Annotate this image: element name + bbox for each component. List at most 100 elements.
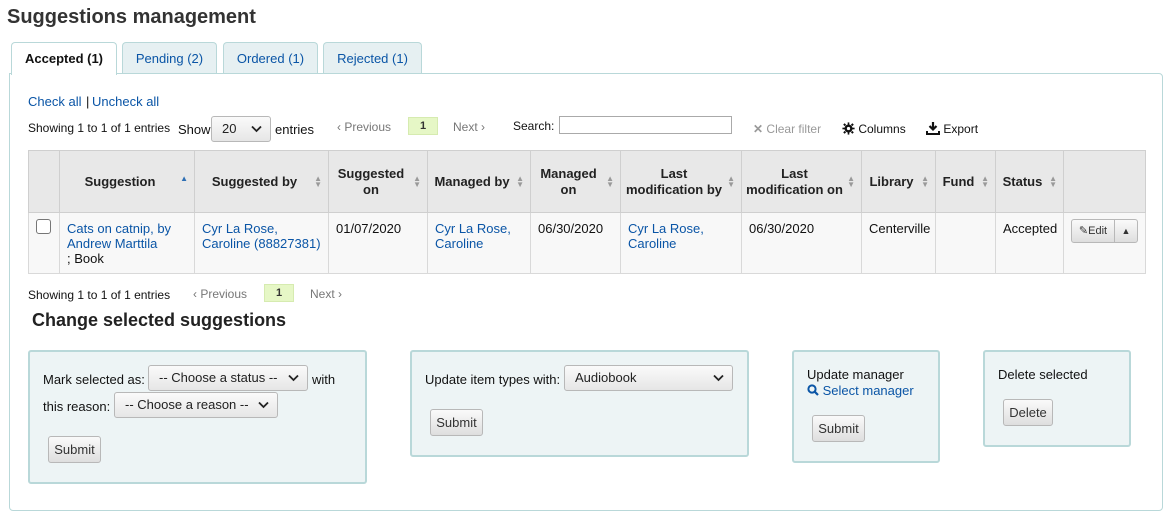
status-cell: Accepted	[995, 212, 1064, 274]
select-manager-link[interactable]: Select manager	[807, 383, 914, 398]
chevron-down-icon	[713, 374, 724, 382]
header-label: Last modification by	[625, 165, 723, 197]
tab-ordered[interactable]: Ordered (1)	[223, 42, 318, 74]
edit-label: Edit	[1088, 225, 1108, 237]
search-label: Search:	[513, 119, 555, 133]
header-label: Managed by	[434, 173, 510, 189]
previous-page-button[interactable]: ‹ Previous	[337, 120, 391, 134]
managed-by-link[interactable]: Cyr La Rose, Caroline	[435, 221, 511, 251]
header-label: Suggested on	[337, 165, 405, 197]
entries-info-top: Showing 1 to 1 of 1 entries	[28, 121, 171, 135]
sort-icon: ▲ ▼	[516, 173, 524, 189]
next-page-button[interactable]: Next ›	[453, 120, 485, 134]
link-separator: |	[86, 94, 90, 109]
managed-on-cell: 06/30/2020	[530, 212, 621, 274]
columns-label: Columns	[858, 122, 906, 136]
header-label: Last modification on	[746, 165, 843, 197]
reason-select-value: -- Choose a reason --	[125, 397, 249, 412]
item-types-label: Update item types with:	[425, 372, 561, 387]
next-page-button-bottom[interactable]: Next ›	[310, 287, 342, 301]
current-page-button-bottom[interactable]: 1	[264, 284, 294, 302]
table-row: Cats on catnip, by Andrew Marttila ; Boo…	[28, 212, 1146, 274]
chevron-down-icon	[251, 125, 262, 133]
chevron-left-icon: ‹	[337, 120, 341, 134]
suggested-by-link[interactable]: Cyr La Rose, Caroline (88827381)	[202, 221, 321, 251]
pencil-icon: ✎	[1078, 225, 1089, 237]
clear-filter-label: Clear filter	[766, 122, 822, 136]
change-selected-heading: Change selected suggestions	[32, 310, 287, 330]
library-cell: Centerville	[861, 212, 936, 274]
edit-dropdown-toggle[interactable]: ▲	[1114, 219, 1138, 243]
submit-manager-button[interactable]: Submit	[812, 415, 865, 442]
status-select[interactable]: -- Choose a status --	[148, 365, 308, 391]
column-header-library[interactable]: Library ▲ ▼	[861, 150, 936, 213]
row-checkbox[interactable]	[36, 219, 51, 234]
check-all-link[interactable]: Check all	[28, 94, 81, 109]
uncheck-all-link[interactable]: Uncheck all	[92, 94, 159, 109]
sort-icon: ▲ ▼	[981, 173, 989, 189]
page-length-value: 20	[222, 121, 237, 136]
previous-label: Previous	[200, 287, 248, 301]
submit-item-type-button[interactable]: Submit	[430, 409, 483, 436]
previous-page-button-bottom[interactable]: ‹ Previous	[193, 287, 247, 301]
sort-icon: ▲ ▼	[1049, 173, 1057, 189]
sort-icon: ▲ ▼	[314, 173, 322, 189]
previous-label: Previous	[344, 120, 392, 134]
header-label: Suggested by	[211, 173, 298, 189]
column-header-suggested-on[interactable]: Suggested on ▲ ▼	[328, 150, 428, 213]
download-icon	[926, 122, 940, 135]
chevron-right-icon: ›	[338, 287, 343, 301]
column-header-select	[28, 150, 60, 213]
edit-button[interactable]: ✎Edit	[1071, 219, 1115, 243]
header-label: Suggestion	[84, 173, 156, 189]
current-page-button[interactable]: 1	[408, 117, 438, 135]
clear-filter-button[interactable]: ✕ Clear filter	[753, 122, 821, 136]
column-header-last-mod-on[interactable]: Last modification on ▲ ▼	[741, 150, 862, 213]
suggestion-link[interactable]: Cats on catnip, by Andrew Marttila	[67, 221, 171, 251]
last-mod-by-cell: Cyr La Rose, Caroline	[620, 212, 742, 274]
header-label: Fund	[942, 173, 975, 189]
reason-label: this reason:	[43, 399, 111, 414]
tab-rejected[interactable]: Rejected (1)	[323, 42, 422, 74]
column-header-suggestion[interactable]: Suggestion ▲	[59, 150, 195, 213]
tab-accepted[interactable]: Accepted (1)	[11, 42, 117, 75]
column-header-status[interactable]: Status ▲ ▼	[995, 150, 1064, 213]
submit-status-button[interactable]: Submit	[48, 436, 101, 463]
columns-button[interactable]: Columns	[842, 122, 906, 136]
column-header-managed-on[interactable]: Managed on ▲ ▼	[530, 150, 621, 213]
column-header-last-mod-by[interactable]: Last modification by ▲ ▼	[620, 150, 742, 213]
page-length-select[interactable]: 20	[211, 116, 271, 142]
tab-pending[interactable]: Pending (2)	[122, 42, 217, 74]
sort-icon: ▲ ▼	[606, 173, 614, 189]
column-header-actions	[1063, 150, 1146, 213]
suggestion-type: ; Book	[67, 251, 104, 266]
suggested-on-cell: 01/07/2020	[328, 212, 428, 274]
row-select-cell	[28, 212, 60, 274]
search-input[interactable]	[559, 116, 732, 134]
edit-button-group: ✎Edit ▲	[1071, 219, 1138, 243]
sort-icon: ▲ ▼	[921, 173, 929, 189]
column-header-managed-by[interactable]: Managed by ▲ ▼	[427, 150, 531, 213]
column-header-suggested-by[interactable]: Suggested by ▲ ▼	[194, 150, 329, 213]
suggestion-cell: Cats on catnip, by Andrew Marttila ; Boo…	[59, 212, 195, 274]
sort-ascending-icon: ▲	[180, 173, 188, 183]
next-label: Next	[310, 287, 335, 301]
column-header-fund[interactable]: Fund ▲ ▼	[935, 150, 996, 213]
last-mod-by-link[interactable]: Cyr La Rose, Caroline	[628, 221, 704, 251]
next-label: Next	[453, 120, 478, 134]
mark-selected-label: Mark selected as:	[43, 372, 145, 387]
delete-selected-label: Delete selected	[998, 367, 1088, 382]
delete-button[interactable]: Delete	[1003, 399, 1053, 426]
header-label: Library	[869, 173, 914, 189]
caret-up-icon: ▲	[1121, 226, 1131, 236]
reason-select[interactable]: -- Choose a reason --	[114, 392, 278, 418]
last-mod-on-cell: 06/30/2020	[741, 212, 862, 274]
table-header-row: Suggestion ▲ Suggested by ▲ ▼ Suggested on ▲…	[28, 150, 1146, 213]
export-button[interactable]: Export	[926, 122, 978, 136]
chevron-down-icon	[258, 401, 269, 409]
item-type-select[interactable]: Audiobook	[564, 365, 733, 391]
chevron-right-icon: ›	[481, 120, 486, 134]
header-label: Status	[1002, 173, 1043, 189]
sort-icon: ▲ ▼	[413, 173, 421, 189]
chevron-down-icon	[288, 374, 299, 382]
